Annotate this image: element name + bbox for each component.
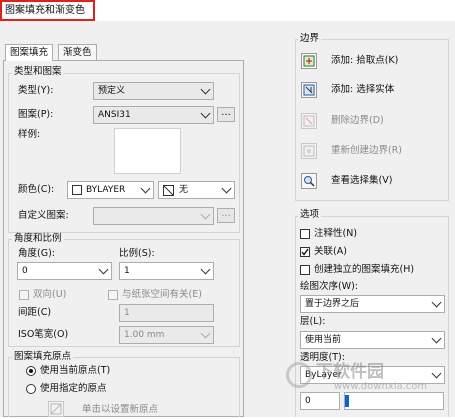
set-origin-icon[interactable] xyxy=(48,401,64,417)
sample-label: 样例: xyxy=(18,129,41,140)
chevron-down-icon xyxy=(431,297,442,308)
type-value: 预定义 xyxy=(98,86,126,96)
scale-select[interactable]: 1 xyxy=(119,262,214,280)
layer-label: 层(L): xyxy=(300,316,326,327)
pick-points-label[interactable]: 添加: 拾取点(K) xyxy=(331,54,398,68)
set-origin-label: 单击以设置新原点 xyxy=(82,404,159,415)
pattern-browse-button[interactable]: ... xyxy=(217,107,235,122)
type-pattern-title: 类型和图案 xyxy=(12,66,64,77)
relative-paper-label: 与纸张空间有关(E) xyxy=(122,289,202,300)
chevron-down-icon xyxy=(140,183,151,194)
spacing-label: 间距(C) xyxy=(18,307,52,318)
draw-order-value: 置于边界之后 xyxy=(305,299,360,309)
pattern-value: ANSI31 xyxy=(98,110,131,120)
color-label: 颜色(C): xyxy=(18,184,55,195)
chevron-down-icon xyxy=(200,328,211,339)
select-objects-icon[interactable] xyxy=(301,82,317,98)
color-swatch-icon xyxy=(72,185,82,195)
angle-scale-title: 角度和比例 xyxy=(12,233,64,244)
angle-value: 0 xyxy=(22,266,28,276)
draw-order-label: 绘图次序(W): xyxy=(300,281,359,292)
separate-hatches-label: 创建独立的图案填充(H) xyxy=(314,264,415,275)
recreate-boundary-label[interactable]: 重新创建边界(R) xyxy=(331,144,402,158)
background-color-select[interactable]: 无 xyxy=(158,181,235,199)
scale-label: 比例(S): xyxy=(119,248,155,259)
layer-select[interactable]: 使用当前 xyxy=(300,331,445,349)
no-fill-icon xyxy=(163,185,174,196)
color-value: BYLAYER xyxy=(86,185,126,195)
use-current-origin-radio[interactable] xyxy=(26,366,36,376)
chevron-down-icon xyxy=(221,183,232,194)
remove-boundary-icon[interactable] xyxy=(301,113,317,129)
type-label: 类型(Y): xyxy=(18,85,54,96)
check-mark-icon xyxy=(301,248,309,256)
separate-hatches-checkbox[interactable] xyxy=(300,265,310,275)
iso-pen-label: ISO笔宽(O) xyxy=(18,329,69,340)
window-title: 图案填充和渐变色 xyxy=(0,0,95,21)
iso-pen-value: 1.00 mm xyxy=(124,330,165,340)
pattern-select[interactable]: ANSI31 xyxy=(93,106,214,124)
remove-boundary-label[interactable]: 删除边界(D) xyxy=(331,114,384,128)
custom-pattern-label: 自定义图案: xyxy=(18,210,69,221)
hatch-origin-title: 图案填充原点 xyxy=(12,351,74,362)
tab-hatch[interactable]: 图案填充 xyxy=(5,44,54,61)
options-title: 选项 xyxy=(298,209,322,220)
spacing-input[interactable]: 1 xyxy=(119,304,214,322)
pattern-sample-preview[interactable] xyxy=(114,128,181,174)
chevron-down-icon xyxy=(200,209,211,220)
layer-value: 使用当前 xyxy=(305,335,342,345)
boundary-title: 边界 xyxy=(298,33,322,44)
pattern-label: 图案(P): xyxy=(18,109,54,120)
use-current-origin-label: 使用当前原点(T) xyxy=(40,365,111,376)
double-checkbox[interactable] xyxy=(19,290,29,300)
view-selection-icon[interactable] xyxy=(301,173,317,189)
iso-pen-select[interactable]: 1.00 mm xyxy=(119,326,214,344)
transparency-slider-thumb[interactable] xyxy=(345,395,349,407)
custom-pattern-select[interactable] xyxy=(93,207,214,225)
tab-gradient[interactable]: 渐变色 xyxy=(58,44,97,60)
chevron-down-icon xyxy=(431,333,442,344)
use-specified-origin-radio[interactable] xyxy=(26,384,36,394)
chevron-down-icon xyxy=(200,264,211,275)
color-select[interactable]: BYLAYER xyxy=(67,181,154,199)
select-objects-label[interactable]: 添加: 选择实体 xyxy=(331,83,394,97)
associative-label: 关联(A) xyxy=(314,246,347,257)
use-specified-origin-label: 使用指定的原点 xyxy=(40,383,107,394)
angle-select[interactable]: 0 xyxy=(17,262,112,280)
chevron-down-icon xyxy=(431,368,442,379)
annotative-label: 注释性(N) xyxy=(314,228,358,239)
relative-paper-checkbox[interactable] xyxy=(108,290,118,300)
pick-points-icon[interactable] xyxy=(301,53,317,69)
draw-order-select[interactable]: 置于边界之后 xyxy=(300,295,445,313)
chevron-down-icon xyxy=(200,108,211,119)
view-selection-label[interactable]: 查看选择集(V) xyxy=(331,174,392,188)
type-select[interactable]: 预定义 xyxy=(93,82,214,100)
double-label: 双向(U) xyxy=(33,289,67,300)
transparency-slider[interactable] xyxy=(344,392,444,410)
annotative-checkbox[interactable] xyxy=(300,229,310,239)
transparency-amount-input[interactable]: 0 xyxy=(300,392,340,410)
watermark-text-en: www.downxia.com xyxy=(334,381,428,392)
watermark-logo-icon xyxy=(286,362,312,388)
angle-label: 角度(G): xyxy=(18,248,55,259)
watermark-text-cn: 下软件园 xyxy=(316,362,384,382)
associative-checkbox[interactable] xyxy=(300,247,310,257)
recreate-boundary-icon[interactable] xyxy=(301,143,317,159)
chevron-down-icon xyxy=(98,264,109,275)
background-color-value: 无 xyxy=(179,185,189,195)
custom-pattern-browse-button[interactable]: ... xyxy=(217,208,235,223)
scale-value: 1 xyxy=(124,266,130,276)
chevron-down-icon xyxy=(200,84,211,95)
